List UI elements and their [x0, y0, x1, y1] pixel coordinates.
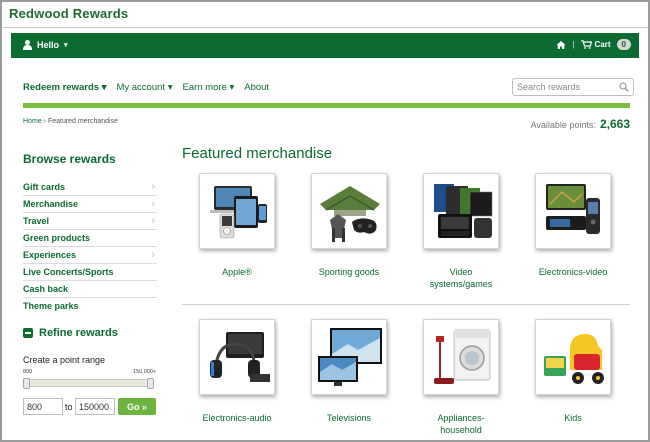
- search-input[interactable]: [512, 78, 634, 96]
- nav-about[interactable]: About: [244, 82, 269, 93]
- tile-label: Televisions: [326, 413, 372, 423]
- chevron-right-icon: ›: [151, 215, 155, 227]
- caret-down-icon: ▾: [101, 82, 107, 93]
- page-frame: Redwood Rewards Hello ▾ | Cart 0 Redeem …: [0, 0, 650, 442]
- top-right-links: | Cart 0: [556, 39, 631, 50]
- available-points: Available points: 2,663: [531, 117, 630, 131]
- slider-max-label: 150,000+: [133, 369, 157, 375]
- tile-label: Sporting goods: [318, 267, 380, 277]
- toy-car-icon: [535, 319, 611, 395]
- washer-icon: [423, 319, 499, 395]
- browse-rewards-title: Browse rewards: [23, 152, 116, 166]
- sidebar-item-travel[interactable]: Travel ›: [23, 213, 157, 230]
- tile-appliances[interactable]: Appliances- household: [401, 319, 521, 436]
- breadcrumb-home[interactable]: Home: [23, 118, 42, 125]
- tile-televisions[interactable]: Televisions: [289, 319, 409, 424]
- header-divider: [2, 27, 648, 28]
- cart-icon: [580, 40, 592, 49]
- min-points-input[interactable]: [23, 398, 63, 415]
- refine-title: Refine rewards: [39, 327, 118, 339]
- tile-apple[interactable]: Apple®: [177, 173, 297, 278]
- collapse-icon: [23, 328, 33, 338]
- home-icon[interactable]: [556, 40, 566, 50]
- separator: |: [572, 40, 575, 49]
- accent-bar: [23, 103, 630, 108]
- user-menu[interactable]: Hello ▾: [23, 40, 68, 50]
- tile-electronics-video[interactable]: Electronics-video: [513, 173, 633, 278]
- to-label: to: [65, 402, 73, 412]
- tile-label: Video systems/games: [429, 267, 493, 289]
- breadcrumb-current: Featured merchandise: [47, 118, 118, 125]
- main-nav: Redeem rewards ▾ My account ▾ Earn more …: [23, 82, 269, 93]
- tile-kids[interactable]: Kids: [513, 319, 633, 424]
- browse-rewards-list: Gift cards › Merchandise › Travel › Green p…: [23, 179, 157, 315]
- slider-min-label: 800: [23, 369, 33, 375]
- greeting-label: Hello: [37, 40, 60, 50]
- tile-electronics-audio[interactable]: Electronics-audio: [177, 319, 297, 424]
- sidebar-item-cash-back[interactable]: Cash back: [23, 281, 157, 298]
- tile-video-games[interactable]: Video systems/games: [401, 173, 521, 290]
- headphones-icon: [199, 319, 275, 395]
- page-title: Featured merchandise: [182, 145, 333, 162]
- tile-label: Electronics-audio: [202, 413, 272, 423]
- slider-max-handle[interactable]: [147, 378, 154, 389]
- top-bar: Hello ▾ | Cart 0: [11, 33, 639, 58]
- sidebar-item-theme-parks[interactable]: Theme parks: [23, 298, 157, 315]
- user-icon: [23, 40, 32, 50]
- chevron-right-icon: ›: [151, 249, 155, 261]
- nav-earn-more[interactable]: Earn more ▾: [182, 82, 234, 93]
- nav-redeem-rewards[interactable]: Redeem rewards ▾: [23, 82, 106, 93]
- sidebar-item-live-concerts[interactable]: Live Concerts/Sports: [23, 264, 157, 281]
- tile-label: Appliances- household: [437, 413, 485, 435]
- points-label: Available points:: [530, 120, 596, 130]
- slider-min-handle[interactable]: [23, 378, 30, 389]
- section-divider: [182, 304, 630, 305]
- breadcrumb: Home › Featured merchandise: [23, 118, 118, 125]
- caret-down-icon: ▾: [229, 82, 235, 93]
- chevron-right-icon: ›: [151, 198, 155, 210]
- sidebar-item-experiences[interactable]: Experiences ›: [23, 247, 157, 264]
- range-label: Create a point range: [23, 355, 106, 365]
- caret-down-icon: ▾: [64, 42, 68, 49]
- tile-label: Apple®: [222, 267, 252, 277]
- sporting-goods-icon: [311, 173, 387, 249]
- gps-video-icon: [535, 173, 611, 249]
- refine-rewards-toggle[interactable]: Refine rewards: [23, 327, 118, 339]
- caret-down-icon: ▾: [167, 82, 173, 93]
- sidebar-item-green-products[interactable]: Green products: [23, 230, 157, 247]
- point-range-slider[interactable]: [23, 378, 154, 389]
- go-button[interactable]: Go »: [118, 398, 156, 415]
- sidebar-item-merchandise[interactable]: Merchandise ›: [23, 196, 157, 213]
- game-console-icon: [423, 173, 499, 249]
- cart-link[interactable]: Cart: [580, 40, 611, 49]
- cart-label: Cart: [594, 40, 611, 49]
- chevron-right-icon: ›: [151, 181, 155, 193]
- nav-my-account[interactable]: My account ▾: [116, 82, 172, 93]
- sidebar-item-gift-cards[interactable]: Gift cards ›: [23, 179, 157, 196]
- search-icon[interactable]: [619, 82, 629, 92]
- max-points-input[interactable]: [75, 398, 115, 415]
- television-icon: [311, 319, 387, 395]
- tile-label: Electronics-video: [538, 267, 608, 277]
- tile-sporting-goods[interactable]: Sporting goods: [289, 173, 409, 278]
- tile-label: Kids: [564, 413, 582, 423]
- breadcrumb-separator: ›: [43, 118, 46, 125]
- points-value: 2,663: [599, 117, 630, 131]
- apple-products-icon: [199, 173, 275, 249]
- brand-logo[interactable]: Redwood Rewards: [9, 6, 128, 21]
- cart-count-badge: 0: [616, 39, 631, 50]
